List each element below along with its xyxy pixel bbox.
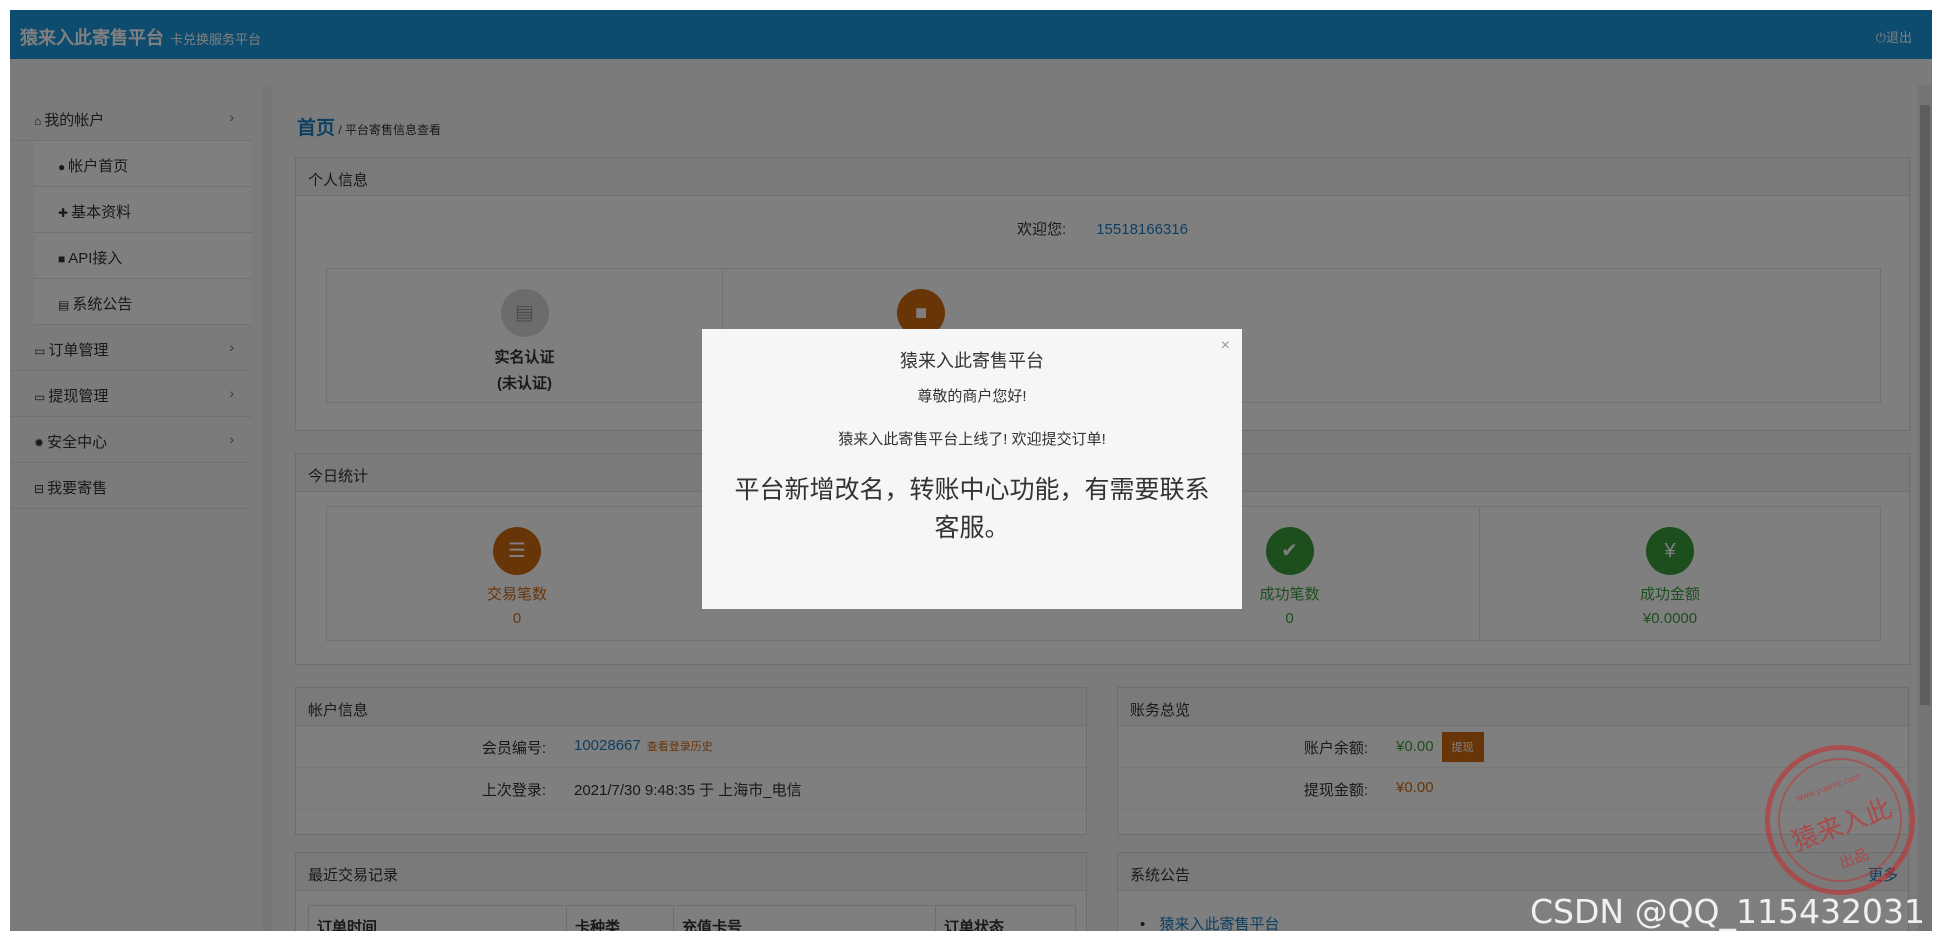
modal-message: 平台新增改名，转账中心功能，有需要联系客服。	[734, 476, 1210, 542]
csdn-watermark: CSDN @QQ_115432031	[1530, 892, 1925, 931]
announcement-modal: × 猿来入此寄售平台 尊敬的商户您好! 猿来入此寄售平台上线了! 欢迎提交订单!…	[702, 329, 1242, 609]
modal-line: 猿来入此寄售平台上线了! 欢迎提交订单!	[838, 431, 1106, 448]
app-frame: 猿来入此寄售平台 卡兑换服务平台 ⏻退出 ⌂我的帐户 › ●帐户首页 ✚基本资料…	[10, 10, 1932, 931]
close-icon[interactable]: ×	[1221, 337, 1230, 355]
modal-title: 猿来入此寄售平台	[900, 351, 1044, 371]
modal-greeting: 尊敬的商户您好!	[917, 388, 1027, 405]
